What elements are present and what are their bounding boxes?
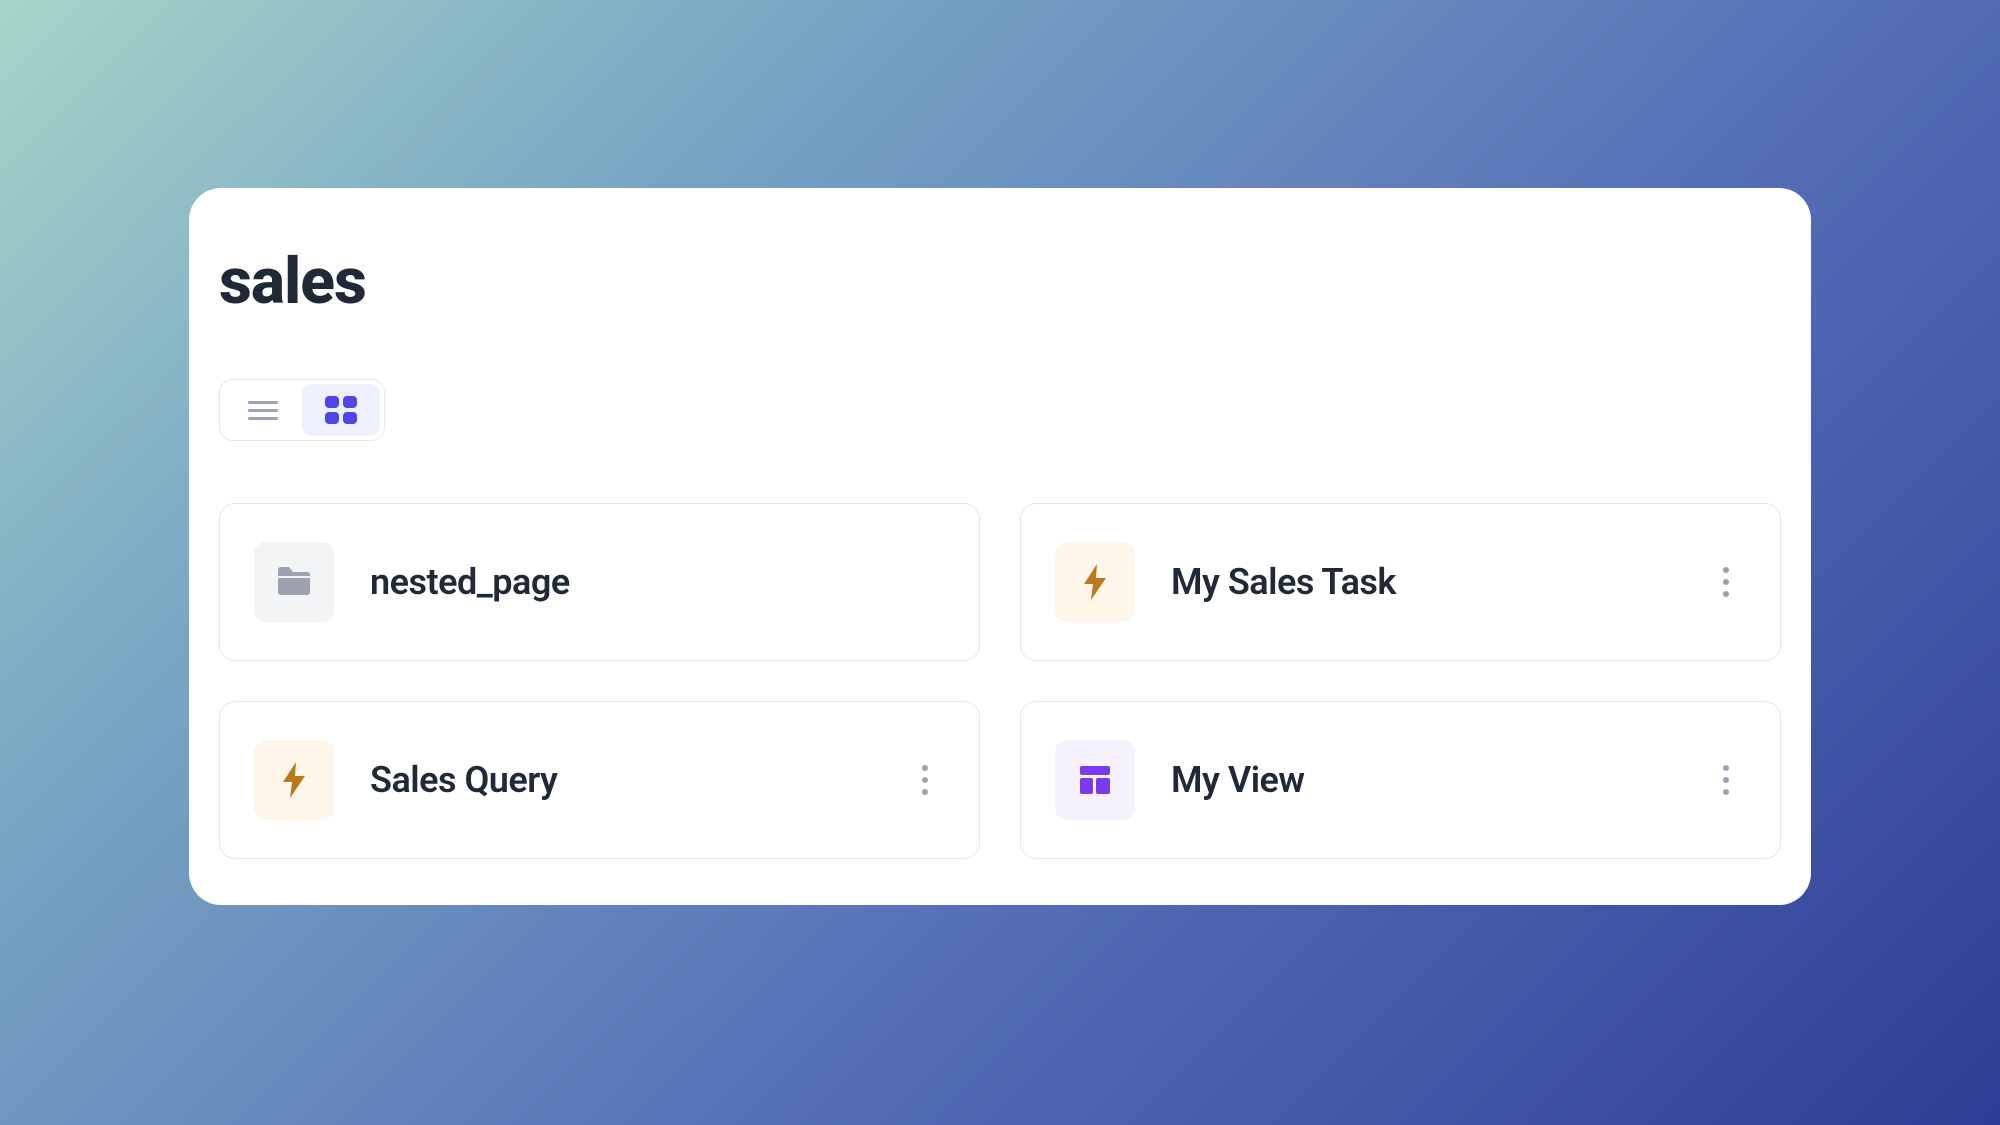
more-menu-button[interactable] (905, 752, 945, 808)
view-card-my-view[interactable]: My View (1020, 701, 1781, 859)
layout-icon (1055, 740, 1135, 820)
lightning-icon (1055, 542, 1135, 622)
grid-view-button[interactable] (302, 384, 380, 436)
task-card-my-sales-task[interactable]: My Sales Task (1020, 503, 1781, 661)
folder-icon (254, 542, 334, 622)
task-card-sales-query[interactable]: Sales Query (219, 701, 980, 859)
folder-card-nested-page[interactable]: nested_page (219, 503, 980, 661)
lightning-icon (254, 740, 334, 820)
card-grid: nested_page My Sales Task Sales Query (219, 503, 1781, 859)
card-label: My Sales Task (1171, 561, 1706, 603)
page-panel: sales nested_page (189, 188, 1811, 905)
card-label: nested_page (370, 561, 945, 603)
more-vertical-icon (1723, 765, 1729, 795)
list-view-button[interactable] (224, 384, 302, 436)
card-label: My View (1171, 759, 1706, 801)
view-toggle (219, 379, 385, 441)
grid-icon (325, 396, 357, 424)
card-label: Sales Query (370, 759, 905, 801)
list-icon (248, 401, 278, 420)
more-menu-button[interactable] (1706, 752, 1746, 808)
more-vertical-icon (922, 765, 928, 795)
more-vertical-icon (1723, 567, 1729, 597)
more-menu-button[interactable] (1706, 554, 1746, 610)
page-title: sales (219, 244, 1781, 319)
